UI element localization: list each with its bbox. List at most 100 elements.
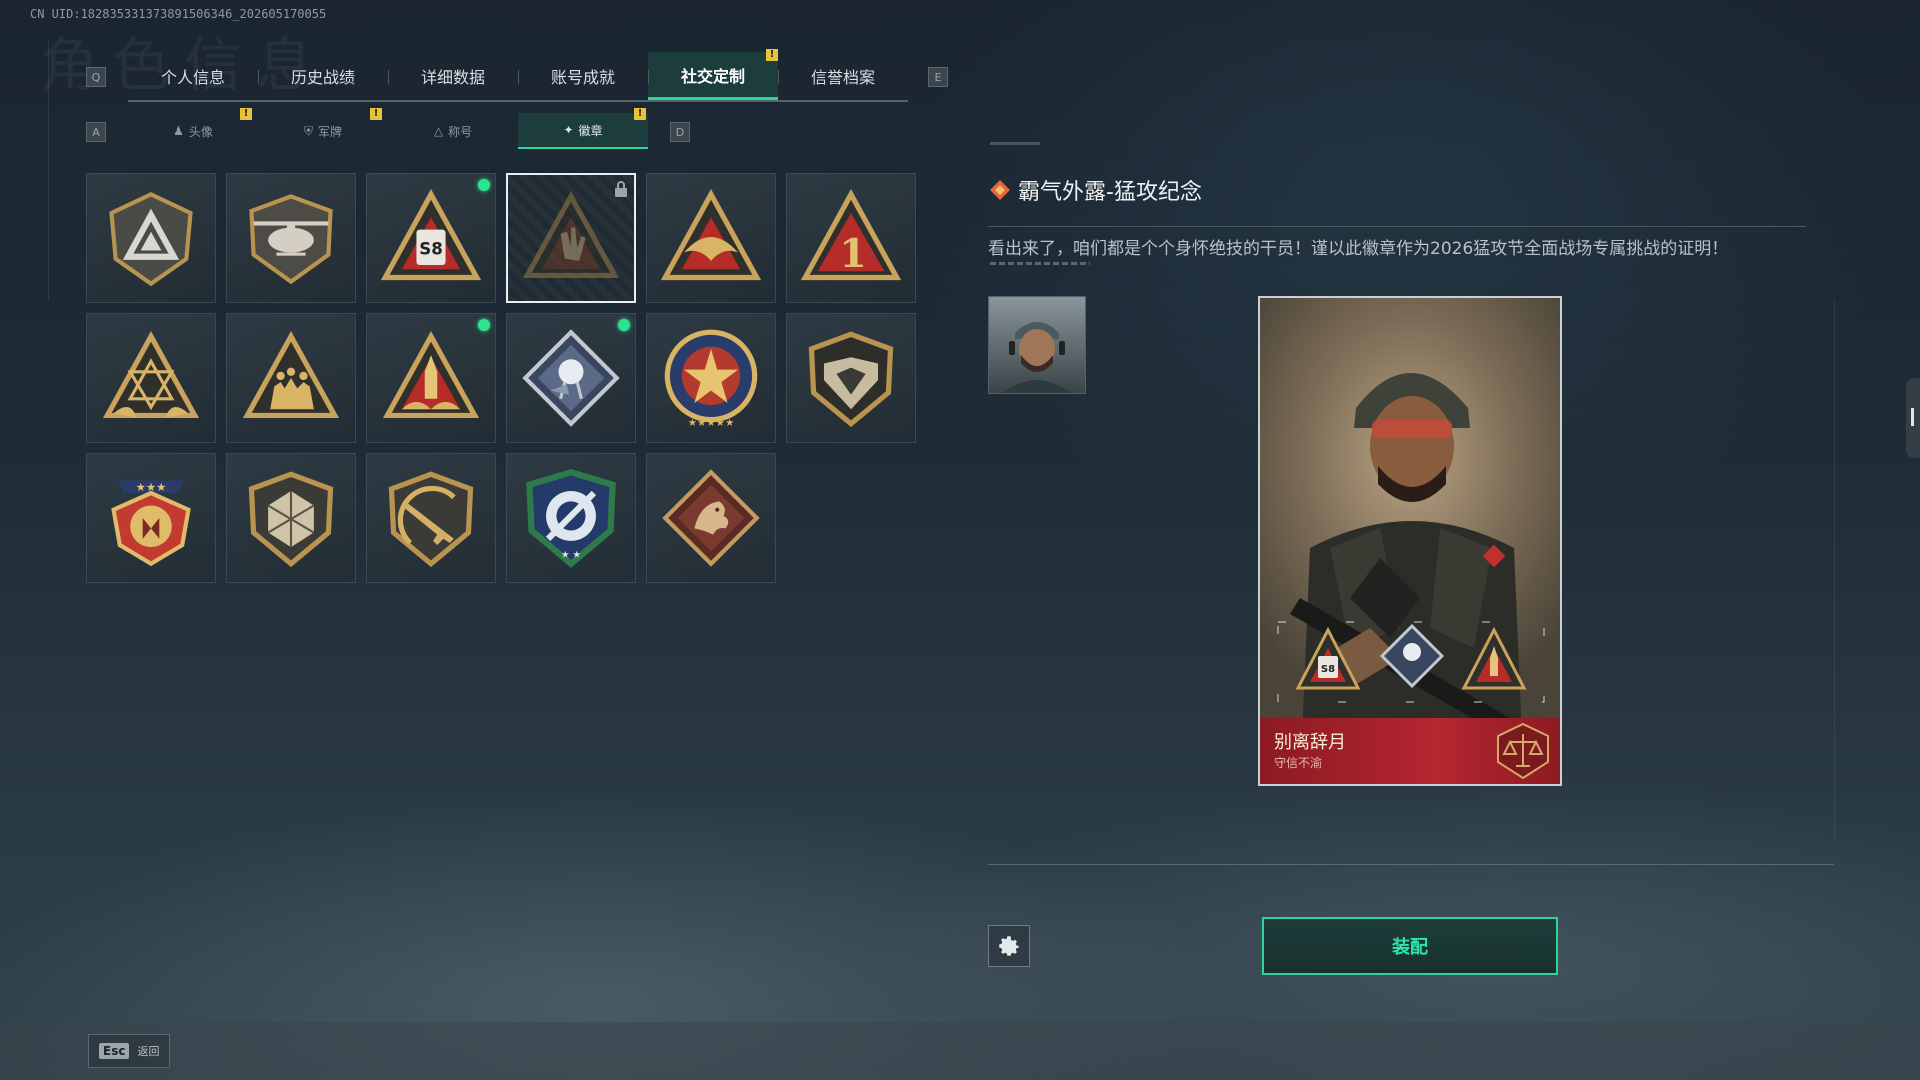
badge-cell-s8-triangle[interactable]: S8 bbox=[366, 173, 496, 303]
hexagram-triangle-badge-icon bbox=[99, 326, 203, 430]
tab-personal-info[interactable]: 个人信息 bbox=[128, 52, 258, 100]
divider bbox=[988, 226, 1806, 227]
badge-cell-rifle-shield[interactable] bbox=[366, 453, 496, 583]
tab-history[interactable]: 历史战绩 bbox=[258, 52, 388, 100]
subtab-label: 军牌 bbox=[318, 124, 343, 139]
badge-cell-hand-sign[interactable] bbox=[506, 173, 636, 303]
frame-line bbox=[1834, 300, 1835, 840]
three-star-medal-badge-icon: ★★★ bbox=[99, 466, 203, 570]
tab-label: 账号成就 bbox=[550, 68, 615, 87]
badge-cell-hexagram-triangle[interactable] bbox=[86, 313, 216, 443]
hand-sign-badge-icon bbox=[519, 186, 623, 290]
side-panel-handle[interactable] bbox=[1906, 378, 1920, 458]
shield-icon: ⛨ bbox=[303, 123, 313, 138]
back-button[interactable]: Esc 返回 bbox=[88, 1034, 170, 1068]
rocket-triangle-badge-icon bbox=[379, 326, 483, 430]
badge-cell-d20-shield[interactable] bbox=[226, 453, 356, 583]
badge-cell-rose-diamond[interactable] bbox=[506, 313, 636, 443]
badge-cell-three-star-medal[interactable]: ★★★ bbox=[86, 453, 216, 583]
tab-social-custom[interactable]: 社交定制 ! bbox=[648, 49, 778, 100]
alert-badge: ! bbox=[240, 108, 252, 120]
wings-icon: ✦ bbox=[563, 123, 574, 137]
badge-cell-soldiers-triangle[interactable] bbox=[226, 313, 356, 443]
badge-diamond-icon bbox=[990, 180, 1010, 200]
card-nameplate: 别离辞月 守信不渝 bbox=[1258, 718, 1562, 786]
tab-achievements[interactable]: 账号成就 bbox=[518, 52, 648, 100]
alert-badge: ! bbox=[634, 108, 646, 120]
wing-shield-badge-icon bbox=[799, 326, 903, 430]
main-tabs: 个人信息 历史战绩 详细数据 账号成就 社交定制 ! 信誉档案 bbox=[128, 49, 908, 102]
subtab-label: 称号 bbox=[448, 124, 473, 139]
badge-title: 霸气外露-猛攻纪念 bbox=[1018, 180, 1202, 205]
esc-key: Esc bbox=[99, 1043, 130, 1059]
subtab-dogtag[interactable]: ⛨ 军牌 ! bbox=[258, 108, 388, 149]
number-one-badge-icon: 1 bbox=[799, 186, 903, 290]
eagle-triangle-badge-icon bbox=[659, 186, 763, 290]
rifle-shield-badge-icon bbox=[379, 466, 483, 570]
badge-grid: S8 1 ★★★★★ ★★★ ★ ★ bbox=[86, 173, 926, 583]
next-tab-key[interactable]: E bbox=[928, 67, 948, 87]
subtab-badge[interactable]: ✦ 徽章 ! bbox=[518, 108, 648, 149]
card-subtitle: 守信不渝 bbox=[1274, 756, 1323, 770]
triangle-icon: △ bbox=[433, 124, 444, 138]
subtab-label: 徽章 bbox=[578, 123, 603, 138]
gear-icon bbox=[999, 936, 1019, 956]
badge-cell-rocket-triangle[interactable] bbox=[366, 313, 496, 443]
tab-label: 社交定制 bbox=[680, 66, 745, 86]
badge-cell-eagle-triangle[interactable] bbox=[646, 173, 776, 303]
badge-cell-number-one[interactable]: 1 bbox=[786, 173, 916, 303]
next-subtab-key[interactable]: D bbox=[670, 122, 690, 142]
desc-decoration bbox=[990, 262, 1090, 265]
subtab-label: 头像 bbox=[188, 124, 213, 139]
svg-text:S8: S8 bbox=[419, 240, 443, 259]
scales-emblem-icon bbox=[1497, 722, 1549, 780]
tab-credit-file[interactable]: 信誉档案 bbox=[778, 52, 908, 100]
svg-text:1: 1 bbox=[839, 231, 866, 277]
new-indicator bbox=[618, 319, 630, 331]
badge-cell-shield-triangle[interactable] bbox=[86, 173, 216, 303]
avatar[interactable] bbox=[988, 296, 1086, 394]
star-medal-badge-icon: ★★★★★ bbox=[659, 326, 763, 430]
tab-label: 个人信息 bbox=[160, 68, 225, 87]
card-name: 别离辞月 bbox=[1274, 732, 1346, 753]
svg-text:S8: S8 bbox=[1321, 664, 1335, 675]
alert-badge: ! bbox=[766, 49, 778, 61]
equip-button[interactable]: 装配 bbox=[1262, 917, 1558, 975]
svg-text:★★★★★: ★★★★★ bbox=[688, 417, 735, 429]
badge-description: 看出来了，咱们都是个个身怀绝技的干员！谨以此徽章作为2026猛攻节全面战场专属挑… bbox=[988, 239, 1729, 259]
s8-triangle-badge-icon: S8 bbox=[379, 186, 483, 290]
prev-subtab-key[interactable]: A bbox=[86, 122, 106, 142]
dragon-diamond-badge-icon bbox=[659, 466, 763, 570]
shield-triangle-badge-icon bbox=[99, 186, 203, 290]
tab-label: 详细数据 bbox=[420, 68, 485, 87]
satellite-shield-badge-icon: ★ ★ bbox=[519, 466, 623, 570]
new-indicator bbox=[478, 319, 490, 331]
soldiers-triangle-badge-icon bbox=[239, 326, 343, 430]
tab-label: 历史战绩 bbox=[290, 68, 355, 87]
helicopter-badge-icon bbox=[239, 186, 343, 290]
badge-cell-helicopter[interactable] bbox=[226, 173, 356, 303]
badge-cell-dragon-diamond[interactable] bbox=[646, 453, 776, 583]
subtab-avatar[interactable]: ♟ 头像 ! bbox=[128, 108, 258, 149]
tab-detailed-data[interactable]: 详细数据 bbox=[388, 52, 518, 100]
badge-cell-star-medal[interactable]: ★★★★★ bbox=[646, 313, 776, 443]
settings-button[interactable] bbox=[988, 925, 1030, 967]
frame-line bbox=[48, 40, 49, 300]
tab-label: 信誉档案 bbox=[810, 68, 875, 87]
card-equipped-badges: S8 bbox=[1276, 620, 1546, 704]
rose-diamond-badge-icon bbox=[519, 326, 623, 430]
alert-badge: ! bbox=[370, 108, 382, 120]
prev-tab-key[interactable]: Q bbox=[86, 67, 106, 87]
svg-text:★ ★: ★ ★ bbox=[561, 550, 581, 561]
character-card bbox=[1258, 296, 1562, 786]
subtab-title[interactable]: △ 称号 bbox=[388, 113, 518, 149]
badge-cell-satellite-shield[interactable]: ★ ★ bbox=[506, 453, 636, 583]
sub-tabs: ♟ 头像 ! ⛨ 军牌 ! △ 称号 ✦ 徽章 ! bbox=[128, 108, 648, 149]
d20-shield-badge-icon bbox=[239, 466, 343, 570]
back-label: 返回 bbox=[137, 1045, 160, 1058]
divider bbox=[988, 864, 1834, 865]
person-icon: ♟ bbox=[173, 124, 184, 138]
new-indicator bbox=[478, 179, 490, 191]
badge-cell-wing-shield[interactable] bbox=[786, 313, 916, 443]
bottom-bar bbox=[0, 1022, 1920, 1080]
